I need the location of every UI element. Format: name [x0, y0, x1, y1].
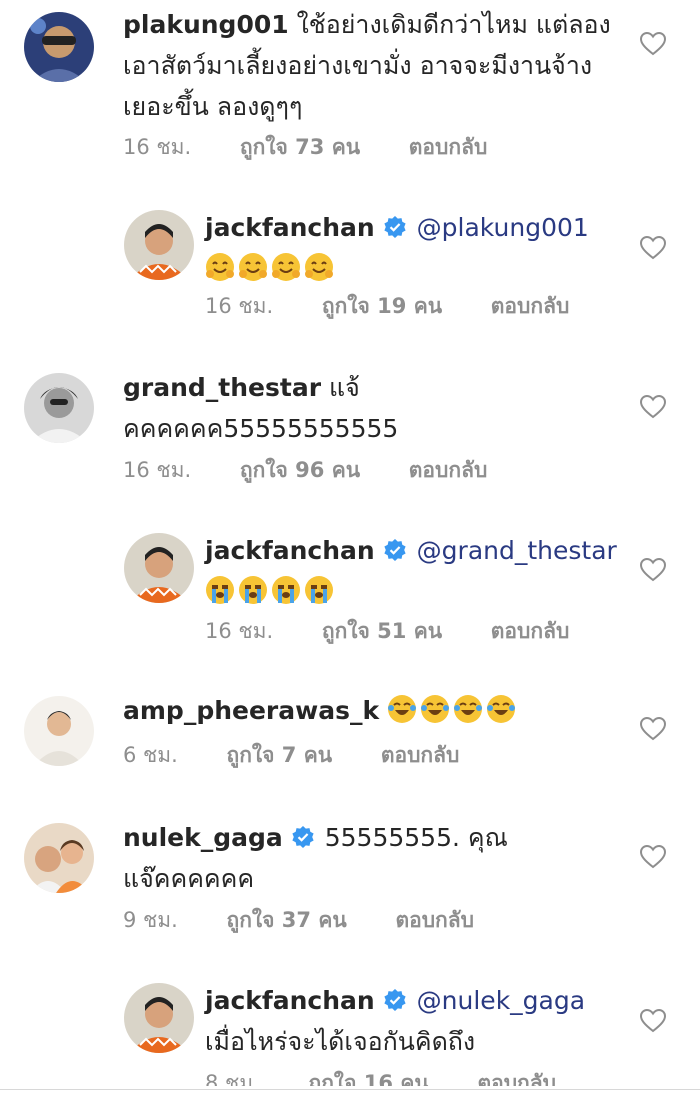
comment-meta: 16 ชม. ถูกใจ 19 คน ตอบกลับ — [205, 290, 611, 323]
username[interactable]: jackfanchan — [205, 213, 375, 242]
reply-button[interactable]: ตอบกลับ — [395, 908, 474, 932]
comment-body: jackfanchan @grand_thestar — [205, 530, 625, 612]
reply-button[interactable]: ตอบกลับ — [409, 135, 488, 159]
timestamp: 16 ชม. — [205, 619, 274, 643]
timestamp: 9 ชม. — [123, 908, 178, 932]
tears-of-joy-emoji-icons — [387, 690, 519, 731]
hugging-face-icon — [238, 252, 268, 282]
reply-button[interactable]: ตอบกลับ — [491, 294, 570, 318]
tears-of-joy-icon — [453, 694, 483, 724]
comment-text: คคคคคค55555555555 — [123, 414, 399, 443]
avatar[interactable] — [24, 823, 94, 893]
reply-button[interactable]: ตอบกลับ — [381, 743, 460, 767]
mention-link[interactable]: @nulek_gaga — [417, 986, 585, 1015]
avatar[interactable] — [24, 12, 94, 82]
mention-link[interactable]: @grand_thestar — [417, 536, 617, 565]
reply-button[interactable]: ตอบกลับ — [491, 619, 570, 643]
comment-meta: 16 ชม. ถูกใจ 73 คน ตอบกลับ — [123, 131, 529, 164]
username[interactable]: plakung001 — [123, 10, 289, 39]
heart-icon[interactable] — [640, 32, 666, 56]
username[interactable]: jackfanchan — [205, 536, 375, 565]
comment-meta: 16 ชม. ถูกใจ 51 คน ตอบกลับ — [205, 615, 611, 648]
crying-face-emoji-icons — [205, 571, 337, 612]
timestamp: 6 ชม. — [123, 743, 178, 767]
comment-body: amp_pheerawas_k — [123, 690, 633, 731]
like-count[interactable]: ถูกใจ 37 คน — [227, 908, 347, 932]
comment-body: jackfanchan @nulek_gaga เมื่อไหร่จะได้เจ… — [205, 980, 625, 1062]
verified-badge-icon — [383, 538, 407, 562]
comment-text: 55555555. คุณ — [324, 823, 508, 852]
avatar[interactable] — [24, 696, 94, 766]
comment-text: เยอะขึ้น ลองดูๆๆ — [123, 92, 303, 121]
comment-text: เอาสัตว์มาเลี้ยงอย่างเขามั่ง อาจจะมีงานจ… — [123, 51, 593, 80]
reply-button[interactable]: ตอบกลับ — [409, 458, 488, 482]
heart-icon[interactable] — [640, 236, 666, 260]
timestamp: 16 ชม. — [123, 135, 192, 159]
mention-link[interactable]: @plakung001 — [417, 213, 589, 242]
comment-meta: 9 ชม. ถูกใจ 37 คน ตอบกลับ — [123, 904, 516, 937]
like-count[interactable]: ถูกใจ 51 คน — [322, 619, 442, 643]
like-count[interactable]: ถูกใจ 96 คน — [240, 458, 360, 482]
verified-badge-icon — [291, 825, 315, 849]
crying-face-icon — [271, 575, 301, 605]
hugging-face-emoji-icons — [205, 248, 337, 289]
comment-body: nulek_gaga 55555555. คุณ แจ๊คคคคคค — [123, 817, 633, 899]
tears-of-joy-icon — [387, 694, 417, 724]
heart-icon[interactable] — [640, 558, 666, 582]
avatar[interactable] — [124, 210, 194, 280]
username[interactable]: jackfanchan — [205, 986, 375, 1015]
heart-icon[interactable] — [640, 845, 666, 869]
comment-text: แจ้ — [328, 373, 360, 402]
tears-of-joy-icon — [486, 694, 516, 724]
hugging-face-icon — [205, 252, 235, 282]
username[interactable]: nulek_gaga — [123, 823, 283, 852]
crying-face-icon — [238, 575, 268, 605]
hugging-face-icon — [271, 252, 301, 282]
comment-body: grand_thestar แจ้ คคคคคค55555555555 — [123, 367, 633, 449]
username[interactable]: grand_thestar — [123, 373, 321, 402]
divider — [0, 1089, 700, 1090]
crying-face-icon — [304, 575, 334, 605]
like-count[interactable]: ถูกใจ 73 คน — [240, 135, 360, 159]
avatar[interactable] — [124, 983, 194, 1053]
comment-meta: 16 ชม. ถูกใจ 96 คน ตอบกลับ — [123, 454, 529, 487]
avatar[interactable] — [24, 373, 94, 443]
verified-badge-icon — [383, 215, 407, 239]
comment-meta: 6 ชม. ถูกใจ 7 คน ตอบกลับ — [123, 739, 501, 772]
comment-body: jackfanchan @plakung001 — [205, 207, 625, 289]
username[interactable]: amp_pheerawas_k — [123, 696, 379, 725]
timestamp: 16 ชม. — [205, 294, 274, 318]
verified-badge-icon — [383, 988, 407, 1012]
comment-text: เมื่อไหร่จะได้เจอกันคิดถึง — [205, 1027, 476, 1056]
timestamp: 16 ชม. — [123, 458, 192, 482]
crying-face-icon — [205, 575, 235, 605]
avatar[interactable] — [124, 533, 194, 603]
like-count[interactable]: ถูกใจ 7 คน — [227, 743, 333, 767]
heart-icon[interactable] — [640, 1009, 666, 1033]
hugging-face-icon — [304, 252, 334, 282]
comment-text: แจ๊คคคคคค — [123, 864, 255, 893]
comment-body: plakung001 ใช้อย่างเดิมดีกว่าไหม แต่ลอง … — [123, 4, 633, 127]
comment-text: ใช้อย่างเดิมดีกว่าไหม แต่ลอง — [296, 10, 611, 39]
heart-icon[interactable] — [640, 395, 666, 419]
heart-icon[interactable] — [640, 717, 666, 741]
like-count[interactable]: ถูกใจ 19 คน — [322, 294, 442, 318]
tears-of-joy-icon — [420, 694, 450, 724]
